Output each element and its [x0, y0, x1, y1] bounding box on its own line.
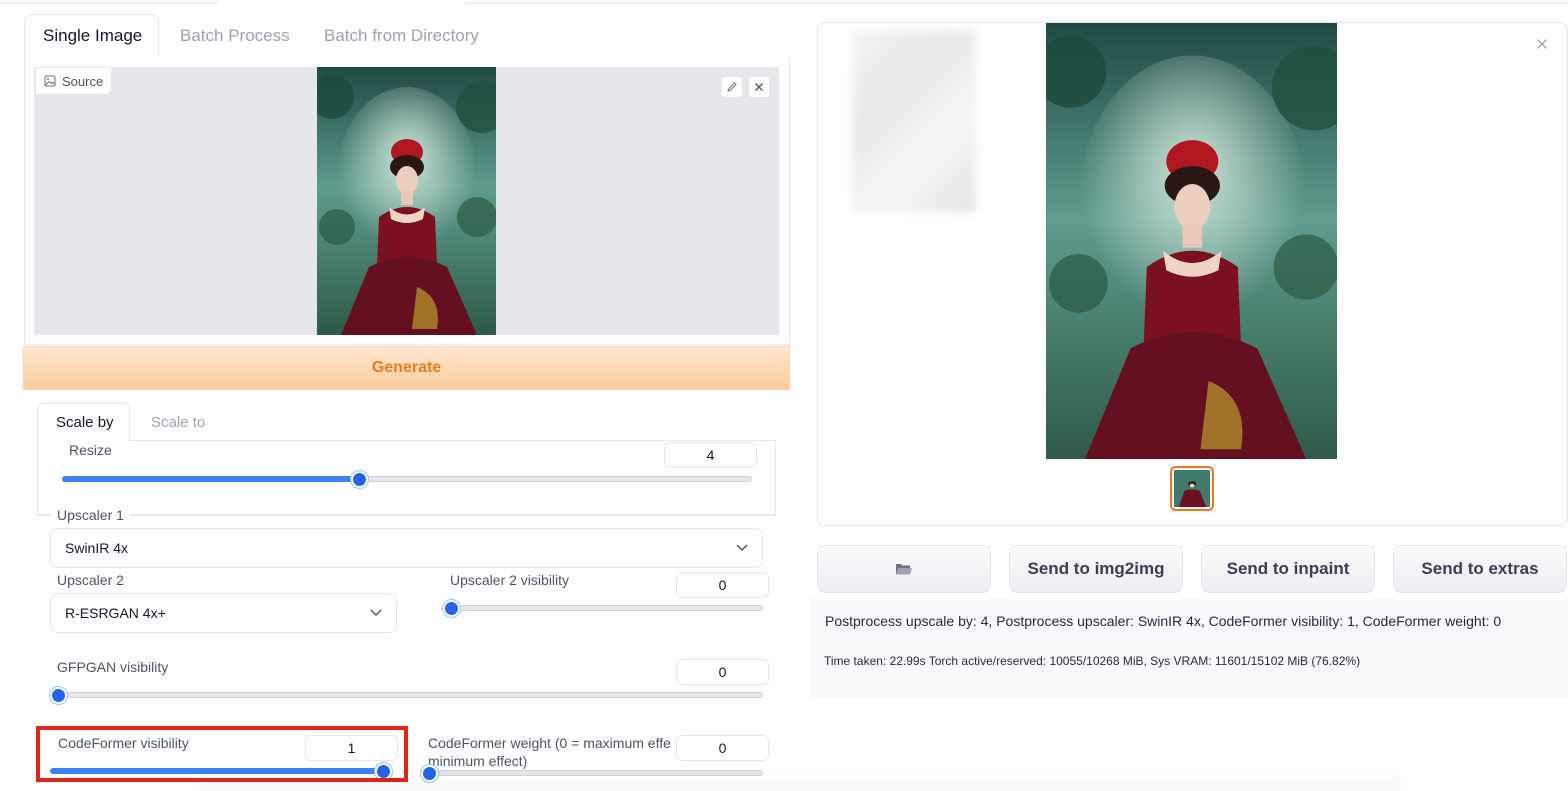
performance-info: Time taken: 22.99s Torch active/reserved…	[824, 654, 1361, 668]
top-tab-stub	[216, 0, 466, 4]
upscaler2-visibility-label: Upscaler 2 visibility	[450, 572, 570, 588]
resize-slider-thumb[interactable]	[350, 471, 368, 488]
scale-panel-top-border	[129, 440, 776, 441]
upscaler1-value: SwinIR 4x	[65, 540, 129, 556]
send-to-img2img-button[interactable]: Send to img2img	[1009, 545, 1183, 593]
upscaler2-select[interactable]: R-ESRGAN 4x+	[50, 593, 397, 633]
gallery-thumbnail[interactable]	[1170, 466, 1214, 511]
upscaler-group-border	[37, 515, 776, 516]
gfpgan-input[interactable]: 0	[676, 659, 769, 685]
edit-image-button[interactable]	[721, 76, 743, 98]
upscaler2-visibility-thumb[interactable]	[443, 600, 460, 617]
tab-scale-by[interactable]: Scale by	[56, 414, 114, 431]
bottom-shadow	[200, 775, 1400, 791]
send-to-inpaint-button[interactable]: Send to inpaint	[1201, 545, 1375, 593]
resize-slider-fill	[62, 476, 359, 482]
source-label: Source	[36, 68, 112, 94]
generation-info: Postprocess upscale by: 4, Postprocess u…	[825, 613, 1502, 629]
output-image[interactable]	[1046, 23, 1337, 459]
tab-single-image[interactable]: Single Image	[43, 26, 142, 46]
upscaler1-label: Upscaler 1	[51, 507, 130, 523]
image-icon	[44, 75, 56, 87]
resize-input[interactable]: 4	[664, 442, 757, 468]
source-label-text: Source	[62, 73, 104, 89]
blurred-placeholder	[852, 30, 976, 212]
thumbnail-image	[1174, 470, 1210, 507]
close-gallery-button[interactable]	[1536, 34, 1548, 55]
folder-icon	[896, 564, 912, 575]
codeformer-weight-label-2: minimum effect)	[428, 753, 528, 769]
open-folder-button[interactable]	[817, 545, 991, 593]
chevron-down-icon	[370, 609, 382, 617]
source-image	[317, 67, 496, 335]
upscaler2-value: R-ESRGAN 4x+	[65, 605, 166, 621]
clear-image-button[interactable]	[748, 76, 770, 98]
tab-batch-from-directory[interactable]: Batch from Directory	[324, 26, 479, 46]
gfpgan-thumb[interactable]	[50, 687, 67, 704]
tab-batch-process[interactable]: Batch Process	[180, 26, 290, 46]
resize-label: Resize	[69, 442, 112, 458]
chevron-down-icon	[736, 544, 748, 552]
gfpgan-label: GFPGAN visibility	[57, 659, 169, 675]
pencil-icon	[727, 82, 737, 92]
codeformer-weight-label: CodeFormer weight (0 = maximum effe	[428, 735, 671, 751]
upscaler2-visibility-track[interactable]	[451, 605, 763, 611]
send-to-extras-button[interactable]: Send to extras	[1393, 545, 1567, 593]
upscaler2-visibility-input[interactable]: 0	[676, 572, 769, 598]
upscaler1-select[interactable]: SwinIR 4x	[50, 528, 763, 568]
generate-button[interactable]: Generate	[23, 346, 790, 390]
codeformer-weight-input[interactable]: 0	[676, 735, 769, 761]
upscaler2-label: Upscaler 2	[57, 572, 124, 588]
gfpgan-track[interactable]	[58, 692, 763, 698]
close-icon	[1537, 39, 1547, 49]
close-icon	[755, 83, 763, 91]
highlight-box	[36, 726, 408, 782]
tab-scale-to[interactable]: Scale to	[151, 414, 205, 431]
